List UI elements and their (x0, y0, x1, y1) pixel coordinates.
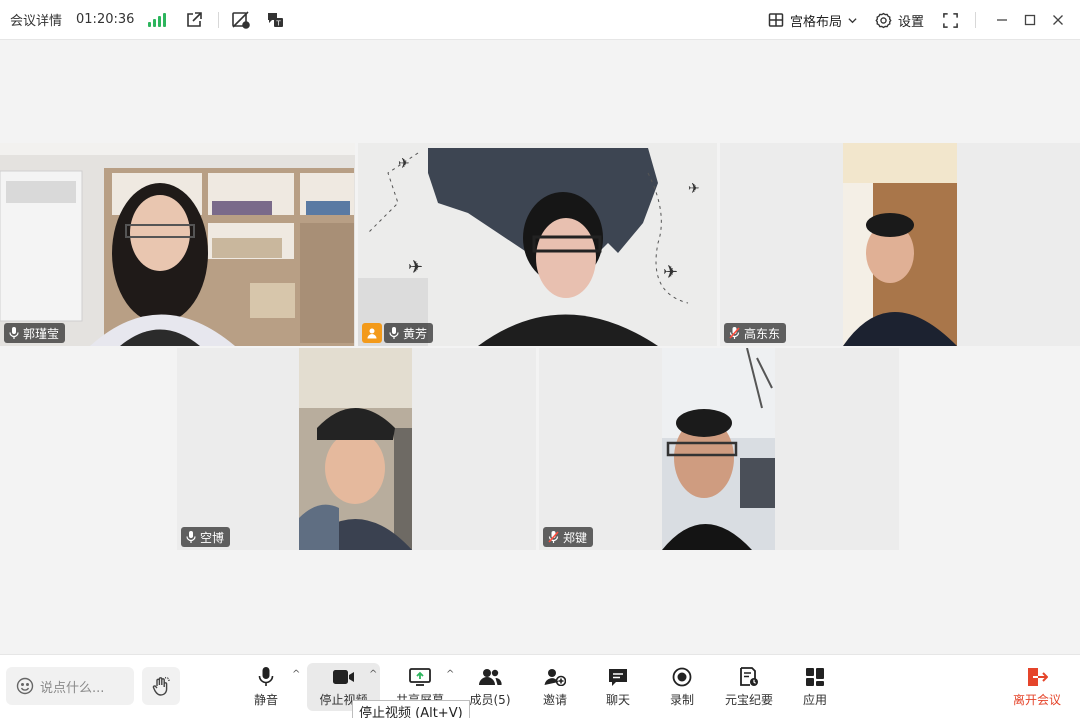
divider (975, 12, 976, 28)
invite-icon (544, 665, 566, 689)
svg-text:T: T (276, 19, 282, 27)
mute-label: 静音 (253, 693, 278, 707)
participant-name-tag: 郑键 (543, 527, 594, 547)
close-icon[interactable] (1044, 6, 1072, 34)
record-button[interactable]: 录制 (663, 663, 701, 711)
participant-video: ✈ ✈ ✈ ✈ (358, 143, 717, 346)
mic-icon (258, 665, 274, 689)
share-link-icon[interactable] (184, 10, 204, 30)
emoji-icon[interactable] (16, 677, 34, 695)
participant-name: 郑键 (563, 530, 588, 545)
participant-name: 郭瑾莹 (23, 326, 60, 341)
bottom-toolbar: 说点什么... 静音 ^ 停止视频 ^ 共享屏幕 ^ 成员(5) (0, 654, 1080, 718)
leave-icon (1026, 665, 1048, 689)
settings-button[interactable]: 设置 (875, 11, 924, 30)
maximize-icon[interactable] (1016, 6, 1044, 34)
meeting-timer: 01:20:36 (76, 12, 135, 27)
mic-muted-icon (548, 531, 559, 543)
members-label: 成员(5) (469, 693, 511, 707)
participant-tile[interactable]: 郑键 (539, 348, 899, 550)
share-options-caret[interactable]: ^ (446, 669, 454, 680)
fullscreen-icon[interactable] (942, 12, 959, 29)
quick-chat-input[interactable]: 说点什么... (6, 667, 134, 705)
ai-minutes-label: 元宝纪要 (724, 693, 773, 707)
gear-icon (875, 12, 892, 28)
video-options-caret[interactable]: ^ (369, 669, 377, 680)
chat-icon (608, 665, 628, 689)
svg-text:✈: ✈ (663, 262, 678, 283)
chat-button[interactable]: 聊天 (599, 663, 637, 711)
apps-button[interactable]: 应用 (796, 663, 834, 711)
meeting-info-link[interactable]: 会议详情 (10, 10, 62, 29)
invite-label: 邀请 (542, 693, 567, 707)
participant-name-tag: 黄芳 (384, 323, 434, 343)
raise-hand-button[interactable] (142, 667, 180, 705)
participant-video (843, 143, 957, 346)
mic-icon (389, 327, 399, 339)
members-icon (478, 665, 502, 689)
hand-icon (152, 676, 170, 696)
invite-button[interactable]: 邀请 (536, 663, 574, 711)
translate-icon[interactable]: T (265, 10, 285, 30)
svg-text:✈: ✈ (408, 257, 423, 278)
divider (218, 11, 220, 28)
settings-label: 设置 (897, 14, 924, 30)
participant-name: 高东东 (744, 326, 781, 341)
participant-name: 空博 (200, 530, 225, 545)
chevron-down-icon (848, 17, 857, 23)
svg-text:✈: ✈ (688, 181, 700, 197)
screen-share-icon (409, 665, 431, 689)
record-icon (672, 665, 692, 689)
participant-tile[interactable]: 空博 (177, 348, 536, 550)
mic-icon (9, 327, 19, 339)
apps-icon (805, 665, 825, 689)
minutes-icon (739, 665, 759, 689)
record-label: 录制 (669, 693, 694, 707)
participant-video (0, 143, 355, 346)
grid-icon (768, 13, 784, 27)
video-tooltip: 停止视频 (Alt+V) (352, 700, 470, 718)
participant-name: 黄芳 (403, 326, 428, 341)
ai-off-icon[interactable] (231, 10, 251, 30)
participant-name-tag: 郭瑾莹 (4, 323, 66, 343)
ai-minutes-button[interactable]: 元宝纪要 (721, 663, 777, 711)
participant-name-tag: 空博 (181, 527, 231, 547)
participant-video (299, 348, 412, 550)
mic-icon (186, 531, 196, 543)
minimize-icon[interactable] (988, 6, 1016, 34)
audio-options-caret[interactable]: ^ (292, 669, 300, 680)
chat-label: 聊天 (605, 693, 630, 707)
participant-name-tag: 高东东 (724, 323, 787, 343)
participant-tile[interactable]: 郭瑾莹 (0, 143, 355, 346)
signal-icon[interactable] (148, 12, 167, 27)
top-bar: 会议详情 01:20:36 T 宫格布局 设置 (0, 0, 1080, 40)
host-icon (362, 323, 382, 343)
participant-video (662, 348, 775, 550)
camera-icon (332, 665, 355, 689)
members-button[interactable]: 成员(5) (466, 663, 514, 711)
leave-meeting-label: 离开会议 (1012, 693, 1061, 707)
grid-layout-button[interactable]: 宫格布局 (768, 11, 857, 30)
mic-muted-icon (729, 327, 740, 339)
participant-tile[interactable]: ✈ ✈ ✈ ✈ 黄芳 (358, 143, 717, 346)
leave-meeting-button[interactable]: 离开会议 (1008, 663, 1066, 711)
participant-tile[interactable]: 高东东 (720, 143, 1080, 346)
chat-placeholder: 说点什么... (40, 680, 105, 696)
svg-text:✈: ✈ (398, 156, 410, 172)
mute-button[interactable]: 静音 (246, 663, 286, 711)
layout-label: 宫格布局 (789, 14, 842, 30)
apps-label: 应用 (802, 693, 827, 707)
